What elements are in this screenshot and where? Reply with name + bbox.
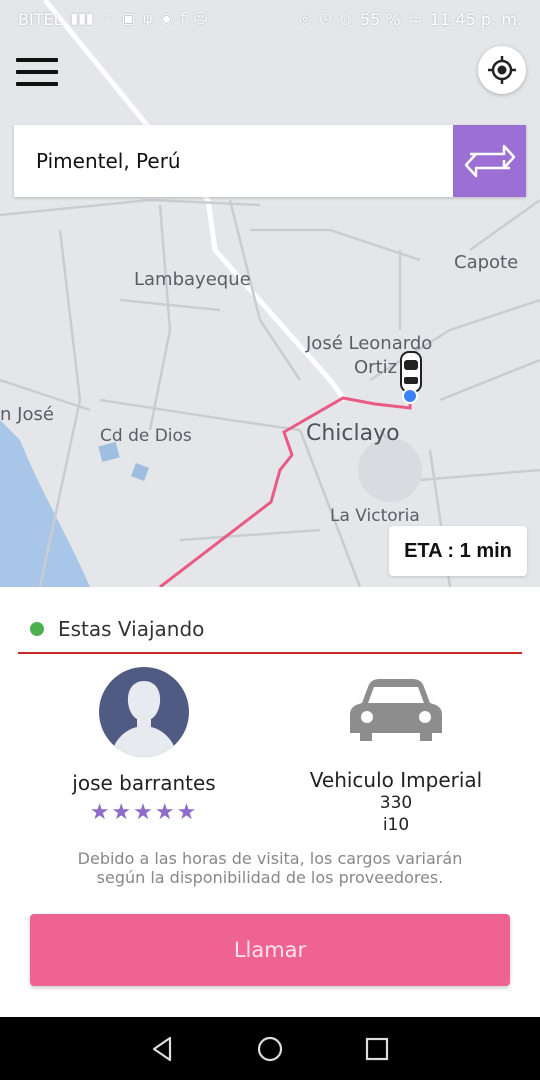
- my-location-button[interactable]: [478, 46, 526, 94]
- map-label-jlo-line2: Ortiz: [354, 357, 398, 378]
- map-canvas: [0, 0, 540, 587]
- car-marker-icon: [400, 351, 422, 393]
- system-nav-bar: [0, 1017, 540, 1080]
- battery-percent: 55 %: [359, 9, 401, 29]
- trip-panel: Estas Viajando jose barrantes ★★★★★ Vehi…: [0, 587, 540, 1017]
- map-label-lambayeque: Lambayeque: [134, 269, 251, 290]
- destination-bar: [14, 125, 526, 197]
- swap-route-button[interactable]: [453, 125, 526, 197]
- location-status-icon: ◍: [339, 11, 352, 27]
- map-label-chiclayo: Chiclayo: [306, 421, 400, 446]
- map-label-la-victoria: La Victoria: [330, 506, 420, 526]
- menu-icon[interactable]: [16, 58, 58, 90]
- facebook-icon: f: [180, 11, 186, 27]
- signal-icon: ▮▮▮: [70, 11, 94, 27]
- carrier-label: BITEL: [18, 9, 63, 29]
- driver-card: jose barrantes ★★★★★: [44, 667, 244, 825]
- recents-square-icon: [365, 1037, 388, 1060]
- pricing-notice-line-1: Debido a las horas de visita, los cargos…: [77, 849, 463, 868]
- map-label-jlo-line1: José Leonardo: [306, 333, 433, 354]
- car-icon: [350, 679, 442, 741]
- eye-icon: ◎: [299, 11, 312, 27]
- pricing-notice: Debido a las horas de visita, los cargos…: [30, 849, 510, 887]
- clock: 11:45 p. m.: [429, 9, 522, 29]
- destination-input[interactable]: [14, 125, 453, 197]
- map-label-san-jose: n José: [0, 404, 54, 425]
- crosshair-icon: [488, 56, 516, 84]
- usb-icon: ψ: [143, 11, 153, 27]
- battery-icon: ▭: [408, 11, 422, 27]
- driver-name: jose barrantes: [72, 771, 216, 795]
- vehicle-line-1: 330: [379, 793, 413, 813]
- person-icon: [111, 681, 177, 757]
- home-circle-icon: [257, 1036, 283, 1061]
- map-label-capote: Capote: [454, 252, 519, 273]
- recents-button[interactable]: [357, 1029, 397, 1069]
- call-button[interactable]: Llamar: [30, 914, 510, 986]
- trip-status: Estas Viajando: [30, 617, 204, 641]
- app-notification-icon: ▣: [121, 11, 136, 27]
- alarm-icon: ◷: [319, 11, 332, 27]
- map-view[interactable]: Capote Lambayeque José Leonardo Ortiz n …: [0, 0, 540, 587]
- map-label-cd-de-dios: Cd de Dios: [100, 426, 192, 446]
- home-button[interactable]: [250, 1029, 290, 1069]
- vehicle-line-2: i10: [382, 815, 410, 835]
- driver-avatar: [99, 667, 189, 757]
- back-button[interactable]: [143, 1029, 183, 1069]
- back-triangle-icon: [153, 1036, 172, 1061]
- location-icon: ◉: [160, 11, 173, 27]
- avatar-notification-icon: ☺: [193, 11, 209, 27]
- wifi-icon: ◠: [101, 11, 114, 27]
- trip-status-label: Estas Viajando: [58, 617, 205, 641]
- vehicle-card: Vehiculo Imperial 330 i10: [296, 677, 496, 836]
- status-bar: BITEL ▮▮▮ ◠ ▣ ψ ◉ f ☺ ◎ ◷ ◍ 55 % ▭ 11:45…: [0, 0, 540, 38]
- eta-badge: ETA : 1 min: [389, 526, 527, 576]
- vehicle-name: Vehiculo Imperial: [309, 768, 483, 792]
- divider: [18, 652, 522, 654]
- pricing-notice-line-2: según la disponibilidad de los proveedor…: [96, 868, 444, 887]
- status-dot-icon: [30, 622, 44, 636]
- driver-rating-stars: ★★★★★: [89, 799, 199, 824]
- swap-arrows-icon: [464, 144, 515, 178]
